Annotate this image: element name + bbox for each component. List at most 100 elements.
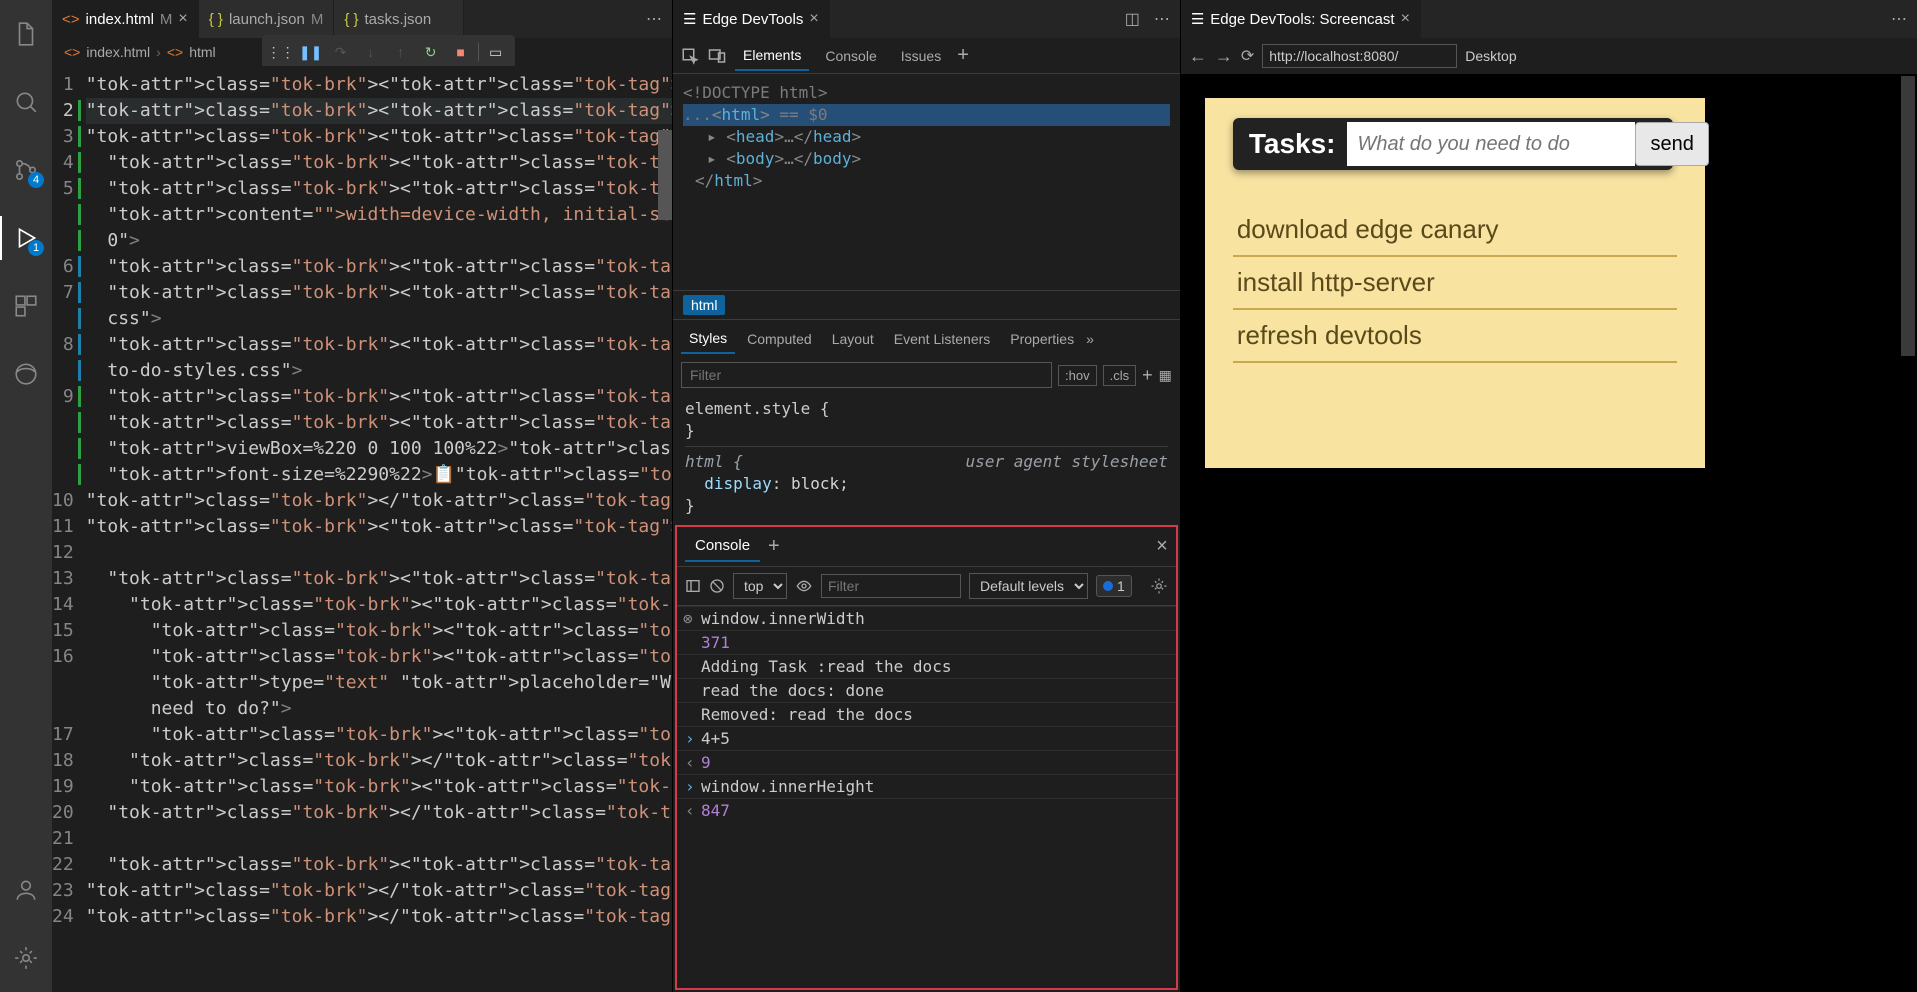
- tab-launch-json[interactable]: { }launch.jsonM: [199, 0, 335, 38]
- new-style-icon[interactable]: +: [1142, 365, 1153, 386]
- console-output[interactable]: window.innerWidth371Adding Task :read th…: [677, 606, 1176, 988]
- task-item[interactable]: refresh devtools: [1233, 310, 1677, 363]
- context-select[interactable]: top: [733, 573, 787, 599]
- log-levels-select[interactable]: Default levels: [969, 573, 1088, 599]
- code-editor[interactable]: 123456789101112131415161718192021222324 …: [52, 66, 672, 992]
- breadcrumb-file[interactable]: index.html: [86, 44, 150, 60]
- cls-toggle[interactable]: .cls: [1103, 365, 1137, 386]
- dom-doctype[interactable]: <!DOCTYPE html>: [683, 82, 1170, 104]
- scrollbar-thumb[interactable]: [1901, 76, 1915, 356]
- close-drawer-icon[interactable]: ×: [1156, 535, 1168, 558]
- step-over-icon[interactable]: ↷: [328, 39, 354, 65]
- console-sidebar-icon[interactable]: [685, 578, 701, 594]
- console-log-line[interactable]: 371: [677, 630, 1176, 654]
- scrollbar-thumb[interactable]: [658, 130, 672, 220]
- source-control-icon[interactable]: 4: [0, 148, 52, 192]
- console-settings-icon[interactable]: [1150, 577, 1168, 595]
- modified-marker: M: [160, 11, 173, 28]
- back-icon[interactable]: ←: [1189, 46, 1207, 67]
- console-filter-input[interactable]: [821, 574, 961, 598]
- task-list: download edge canaryinstall http-serverr…: [1233, 204, 1677, 363]
- flexbox-editor-icon[interactable]: ▦: [1159, 367, 1172, 384]
- scm-badge: 4: [28, 172, 44, 188]
- more-tabs-icon[interactable]: »: [1086, 331, 1094, 347]
- task-item[interactable]: download edge canary: [1233, 204, 1677, 257]
- json-file-icon: { }: [209, 11, 223, 28]
- dom-html-node[interactable]: ...<html> == $0: [683, 104, 1170, 126]
- elements-tab[interactable]: Elements: [735, 41, 809, 71]
- dom-tree[interactable]: <!DOCTYPE html> ...<html> == $0 ▸ <head>…: [673, 74, 1180, 200]
- tab-overflow-icon[interactable]: ⋯: [1881, 0, 1917, 38]
- explorer-icon[interactable]: [0, 12, 52, 56]
- properties-tab-btn[interactable]: Properties: [1002, 325, 1082, 353]
- issues-tab[interactable]: Issues: [893, 42, 949, 70]
- html-file-icon: <>: [62, 11, 80, 28]
- edge-tools-icon[interactable]: [0, 352, 52, 396]
- console-log-line[interactable]: read the docs: done: [677, 678, 1176, 702]
- console-log-line[interactable]: Removed: read the docs: [677, 702, 1176, 726]
- tab-edge-devtools[interactable]: ☰Edge DevTools×: [673, 0, 830, 38]
- restart-icon[interactable]: ↻: [418, 39, 444, 65]
- step-out-icon[interactable]: ↑: [388, 39, 414, 65]
- url-input[interactable]: [1262, 44, 1457, 68]
- viewport-mode[interactable]: Desktop: [1465, 48, 1516, 64]
- search-icon[interactable]: [0, 80, 52, 124]
- screencast-viewport[interactable]: Tasks: send download edge canaryinstall …: [1181, 74, 1917, 992]
- step-into-icon[interactable]: ↓: [358, 39, 384, 65]
- add-drawer-tab-icon[interactable]: +: [768, 535, 780, 558]
- live-expression-icon[interactable]: [795, 578, 813, 594]
- device-toggle-icon[interactable]: [707, 47, 727, 65]
- forward-icon[interactable]: →: [1215, 46, 1233, 67]
- console-log-line[interactable]: window.innerHeight: [677, 774, 1176, 798]
- reload-icon[interactable]: ⟳: [1241, 46, 1254, 66]
- hov-toggle[interactable]: :hov: [1058, 365, 1097, 386]
- console-log-line[interactable]: 9: [677, 750, 1176, 774]
- pause-icon[interactable]: ❚❚: [298, 39, 324, 65]
- task-input[interactable]: [1347, 122, 1635, 166]
- console-log-line[interactable]: 4+5: [677, 726, 1176, 750]
- send-button[interactable]: send: [1635, 122, 1708, 166]
- breadcrumb-element[interactable]: html: [189, 44, 215, 60]
- run-debug-icon[interactable]: 1: [0, 216, 52, 260]
- console-drawer-tab[interactable]: Console: [685, 531, 760, 562]
- dom-body-node[interactable]: ▸ <body>…</body>: [683, 148, 1170, 170]
- clear-console-icon[interactable]: [709, 578, 725, 594]
- task-item[interactable]: install http-server: [1233, 257, 1677, 310]
- inspect-element-icon[interactable]: [681, 47, 699, 65]
- accounts-icon[interactable]: [0, 868, 52, 912]
- split-editor-icon[interactable]: ◫⋯: [1115, 0, 1180, 38]
- tab-screencast[interactable]: ☰Edge DevTools: Screencast×: [1181, 0, 1421, 38]
- dom-head-node[interactable]: ▸ <head>…</head>: [683, 126, 1170, 148]
- screencast-toggle-icon[interactable]: ▭: [483, 39, 509, 65]
- layout-tab-btn[interactable]: Layout: [824, 325, 882, 353]
- close-icon[interactable]: ×: [1401, 10, 1410, 28]
- code-content[interactable]: "tok-attr">class="tok-brk"><"tok-attr">c…: [86, 66, 672, 992]
- tab-label: index.html: [86, 11, 154, 28]
- computed-tab-btn[interactable]: Computed: [739, 325, 820, 353]
- style-rules[interactable]: element.style {} user agent stylesheet h…: [673, 392, 1180, 523]
- add-tab-icon[interactable]: +: [957, 44, 969, 67]
- close-icon[interactable]: ×: [809, 10, 818, 28]
- console-tab[interactable]: Console: [817, 42, 884, 70]
- tab-tasks-json[interactable]: { }tasks.json: [334, 0, 464, 38]
- listeners-tab-btn[interactable]: Event Listeners: [886, 325, 999, 353]
- stop-icon[interactable]: ■: [448, 39, 474, 65]
- tab-overflow-icon[interactable]: ⋯: [636, 0, 672, 38]
- dom-html-close[interactable]: </html>: [683, 170, 1170, 192]
- console-log-line[interactable]: 847: [677, 798, 1176, 822]
- activity-bar: 4 1: [0, 0, 52, 992]
- styles-tab-btn[interactable]: Styles: [681, 324, 735, 354]
- element-style-rule[interactable]: element.style {}: [685, 398, 1168, 442]
- issues-badge[interactable]: 1: [1096, 575, 1132, 597]
- tab-index-html[interactable]: <> index.html M ×: [52, 0, 199, 38]
- styles-filter-input[interactable]: [681, 362, 1052, 388]
- dom-breadcrumb[interactable]: html: [673, 290, 1180, 320]
- extensions-icon[interactable]: [0, 284, 52, 328]
- console-controls: top Default levels 1: [677, 567, 1176, 606]
- console-log-line[interactable]: window.innerWidth: [677, 606, 1176, 630]
- drag-handle-icon[interactable]: ⋮⋮: [268, 39, 294, 65]
- html-rule[interactable]: user agent stylesheet html { display: bl…: [685, 446, 1168, 517]
- close-icon[interactable]: ×: [178, 10, 187, 28]
- settings-gear-icon[interactable]: [0, 936, 52, 980]
- console-log-line[interactable]: Adding Task :read the docs: [677, 654, 1176, 678]
